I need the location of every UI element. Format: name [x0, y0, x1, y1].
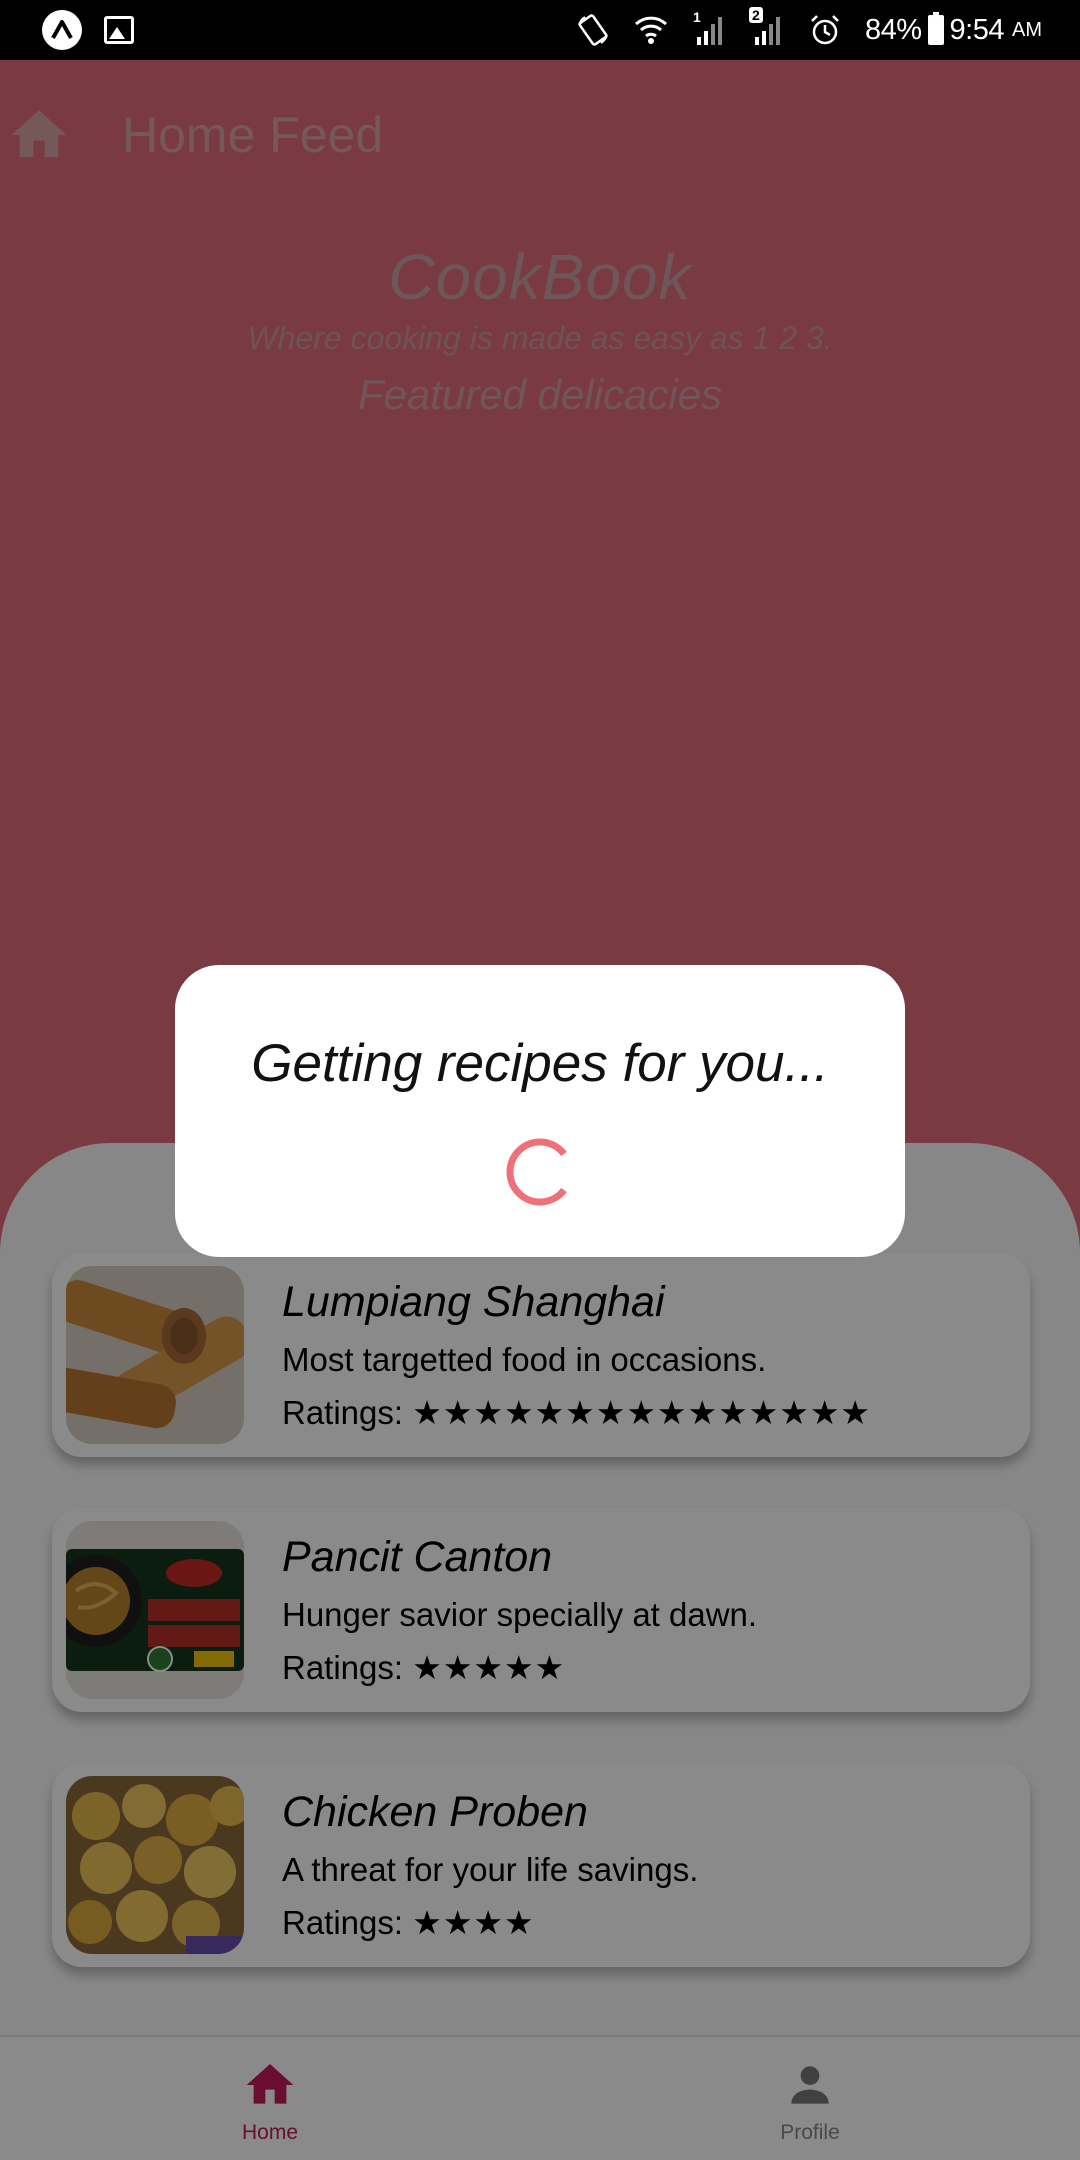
signal-icon: 1	[691, 9, 727, 47]
wifi-icon	[633, 13, 669, 47]
battery-icon	[927, 12, 944, 45]
status-bar: 1 2 84% 9:54 AM	[0, 0, 1080, 60]
loading-dialog: Getting recipes for you...	[175, 965, 905, 1257]
clock-time: 9:54	[949, 13, 1005, 46]
signal-icon: 2	[749, 7, 785, 47]
loading-message: Getting recipes for you...	[251, 1034, 829, 1093]
clock-ampm: AM	[1012, 18, 1042, 41]
alarm-icon	[807, 13, 843, 47]
gallery-icon	[104, 16, 134, 44]
app-notification-icon	[42, 10, 82, 50]
sim2-label: 2	[749, 7, 763, 23]
loading-spinner-icon	[506, 1138, 567, 1206]
rotate-icon	[575, 13, 611, 47]
status-left	[42, 10, 134, 50]
sim1-label: 1	[693, 9, 701, 25]
battery-group: 84% 9:54 AM	[865, 12, 1042, 47]
status-right: 1 2 84% 9:54 AM	[575, 7, 1042, 47]
battery-percent: 84%	[865, 13, 922, 46]
